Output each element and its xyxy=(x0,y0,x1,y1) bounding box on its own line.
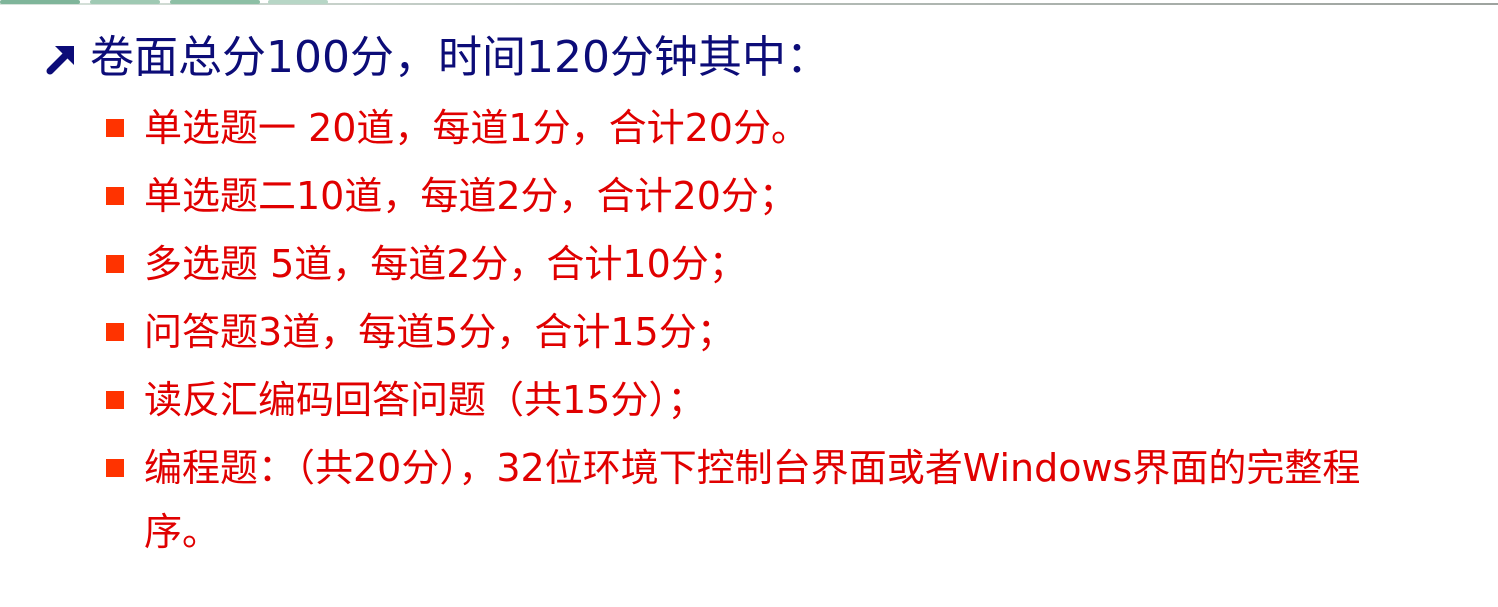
square-bullet-icon xyxy=(106,391,124,409)
square-bullet-icon xyxy=(106,119,124,137)
square-bullet-icon xyxy=(106,255,124,273)
sub-point-list: 单选题一 20道，每道1分，合计20分。 单选题二10道，每道2分，合计20分；… xyxy=(106,96,1466,576)
list-item: 多选题 5道，每道2分，合计10分； xyxy=(106,232,1466,300)
list-item: 编程题：（共20分），32位环境下控制台界面或者Windows界面的完整程序。 xyxy=(106,436,1466,576)
list-item: 单选题一 20道，每道1分，合计20分。 xyxy=(106,96,1466,164)
main-bullet-point: 卷面总分100分，时间120分钟其中： xyxy=(44,26,830,90)
sub-point-text: 单选题二10道，每道2分，合计20分； xyxy=(144,174,797,218)
sub-point-text: 多选题 5道，每道2分，合计10分； xyxy=(144,242,747,286)
sub-point-text: 单选题一 20道，每道1分，合计20分。 xyxy=(144,106,809,150)
sub-point-text: 读反汇编码回答问题（共15分）； xyxy=(144,378,706,422)
sub-point-text: 问答题3道，每道5分，合计15分； xyxy=(144,310,735,354)
northeast-arrow-icon xyxy=(46,46,74,75)
square-bullet-icon xyxy=(106,323,124,341)
list-item: 读反汇编码回答问题（共15分）； xyxy=(106,368,1466,436)
list-item: 问答题3道，每道5分，合计15分； xyxy=(106,300,1466,368)
square-bullet-icon xyxy=(106,187,124,205)
main-point-text: 卷面总分100分，时间120分钟其中： xyxy=(90,32,830,83)
square-bullet-icon xyxy=(106,459,124,477)
slide-content: 卷面总分100分，时间120分钟其中： 单选题一 20道，每道1分，合计20分。… xyxy=(0,0,1498,607)
list-item: 单选题二10道，每道2分，合计20分； xyxy=(106,164,1466,232)
sub-point-text: 编程题：（共20分），32位环境下控制台界面或者Windows界面的完整程序。 xyxy=(144,446,1361,554)
